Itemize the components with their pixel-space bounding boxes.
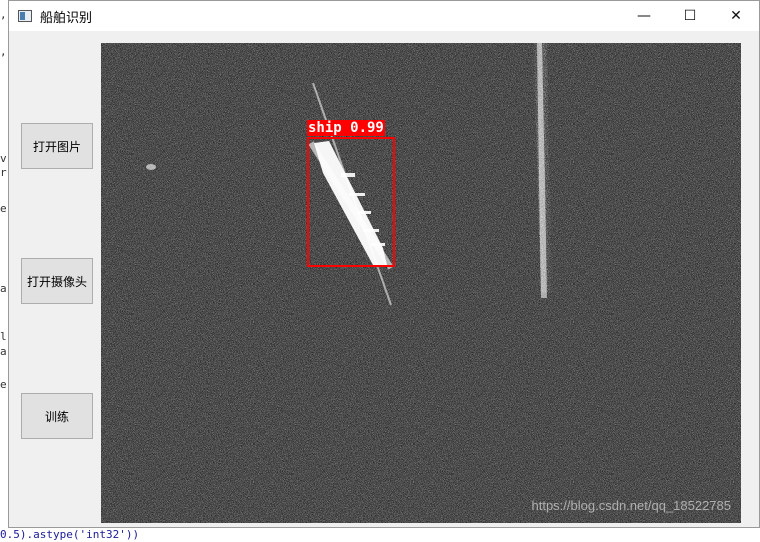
background-editor-strip: , , v r e a l a e (0, 0, 8, 542)
minimize-icon: — (637, 8, 651, 24)
open-image-button[interactable]: 打开图片 (21, 123, 93, 169)
close-button[interactable]: ✕ (713, 1, 759, 31)
sar-image-display: ship 0.99 https://blog.csdn.net/qq_18522… (101, 43, 741, 523)
detection-box (307, 137, 395, 267)
close-icon: ✕ (730, 8, 742, 24)
title-bar[interactable]: 船舶识别 — ☐ ✕ (9, 1, 759, 31)
maximize-button[interactable]: ☐ (667, 1, 713, 31)
window-title: 船舶识别 (40, 10, 93, 26)
background-code-line: 0.5).astype('int32')) (0, 528, 139, 541)
open-camera-button[interactable]: 打开摄像头 (21, 258, 93, 304)
background-code-text: 0.5).astype('int32')) (0, 528, 140, 541)
minimize-button[interactable]: — (621, 1, 667, 31)
train-button[interactable]: 训练 (21, 393, 93, 439)
window-controls: — ☐ ✕ (621, 1, 759, 31)
detection-label: ship 0.99 (307, 120, 385, 136)
app-icon (18, 10, 32, 22)
sar-image (101, 43, 741, 523)
maximize-icon: ☐ (683, 8, 697, 24)
ship-recognition-window: 船舶识别 — ☐ ✕ 打开图片 打开摄像头 训练 ship 0.99 https… (8, 0, 760, 528)
watermark: https://blog.csdn.net/qq_18522785 (531, 498, 732, 513)
